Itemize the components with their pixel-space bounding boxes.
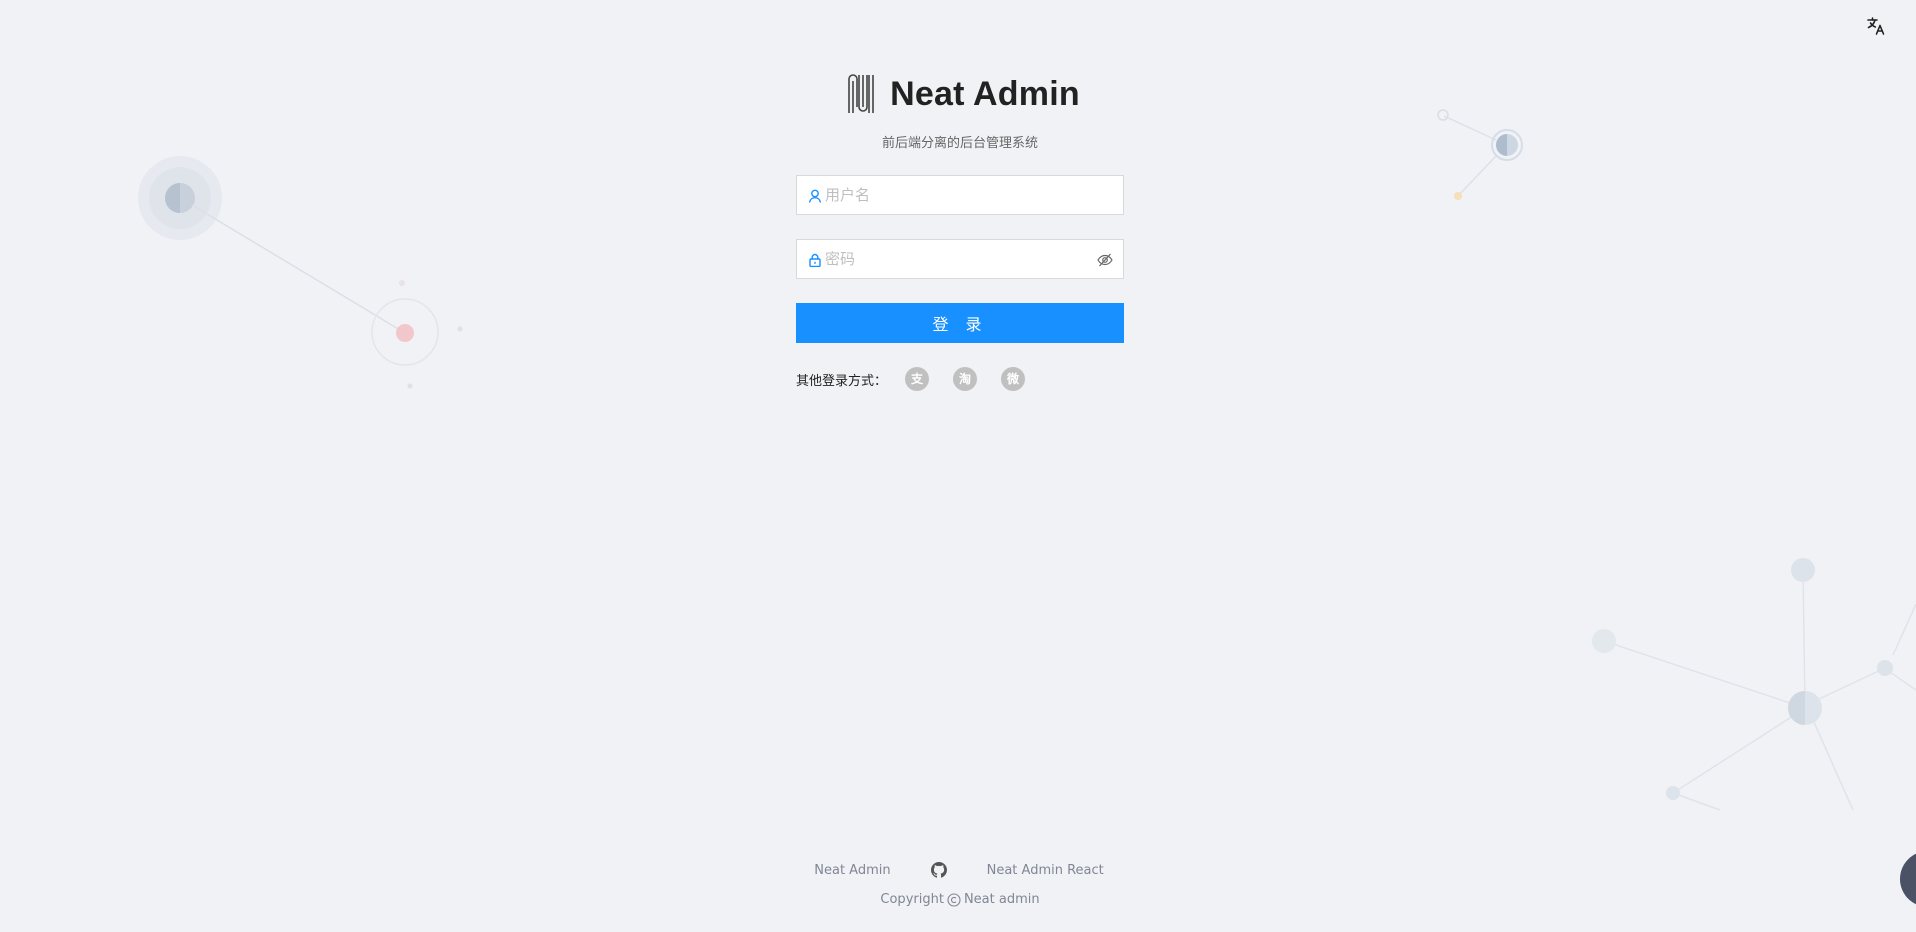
- copyright-prefix: Copyright: [880, 892, 944, 907]
- app-subtitle: 前后端分离的后台管理系统: [881, 136, 1038, 151]
- footer: Neat Admin Neat Admin React Copyright Ne…: [0, 862, 1916, 907]
- app-title: Neat Admin: [890, 74, 1080, 113]
- github-icon[interactable]: [930, 862, 947, 878]
- login-button[interactable]: 登 录: [796, 303, 1124, 343]
- brand-header: Neat Admin: [802, 66, 1124, 122]
- brand-logo-icon: [848, 74, 874, 113]
- taobao-icon[interactable]: 淘: [953, 367, 978, 391]
- user-icon: [808, 189, 822, 203]
- password-field: [796, 239, 1124, 279]
- copyright: Copyright Neat admin: [4, 892, 1916, 907]
- decor-top-right: [1437, 109, 1523, 200]
- username-input[interactable]: [825, 176, 1085, 214]
- password-input[interactable]: [825, 240, 1085, 278]
- lock-icon: [809, 253, 821, 267]
- decor-left: [138, 156, 463, 389]
- other-login-row: 其他登录方式： 支 淘 微: [796, 365, 1124, 393]
- copyright-owner: Neat admin: [963, 892, 1040, 907]
- copyright-icon: [947, 892, 961, 907]
- alipay-icon[interactable]: 支: [905, 367, 930, 391]
- translate-icon[interactable]: [1866, 16, 1886, 36]
- footer-link-neat-admin[interactable]: Neat Admin: [814, 863, 890, 878]
- decor-bottom-right: [1592, 558, 1916, 811]
- eye-invisible-icon[interactable]: [1097, 252, 1113, 268]
- login-panel: Neat Admin 前后端分离的后台管理系统 登 录 其他登录方式： 支 淘 …: [796, 66, 1124, 393]
- footer-link-neat-admin-react[interactable]: Neat Admin React: [987, 863, 1104, 878]
- username-field: [796, 175, 1124, 215]
- footer-links: Neat Admin Neat Admin React: [2, 862, 1916, 878]
- weibo-icon[interactable]: 微: [1001, 367, 1026, 391]
- other-login-label: 其他登录方式：: [796, 373, 888, 389]
